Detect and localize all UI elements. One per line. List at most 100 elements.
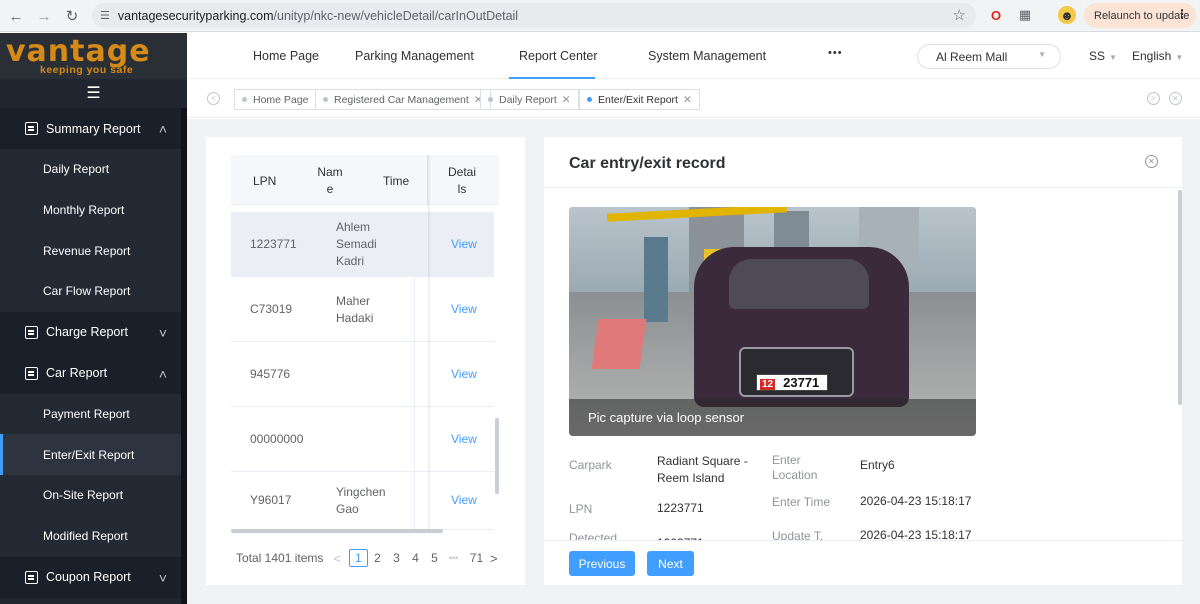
- divider: [544, 540, 1182, 541]
- view-link[interactable]: View: [451, 301, 477, 318]
- tabs-bar: < Home Page Registered Car Management ✕ D…: [187, 80, 1200, 118]
- bookmark-star-icon[interactable]: ☆: [953, 6, 966, 24]
- previous-button[interactable]: Previous: [569, 551, 635, 576]
- sidebar-item-label: Coupon Report: [46, 570, 131, 584]
- relaunch-button[interactable]: Relaunch to update ⋮: [1084, 3, 1196, 28]
- close-icon[interactable]: ✕: [562, 94, 571, 106]
- page-2[interactable]: 2: [368, 551, 387, 565]
- tab-daily-report[interactable]: Daily Report ✕: [480, 89, 579, 110]
- menu-toggle-icon[interactable]: ☰: [0, 79, 187, 107]
- page-4[interactable]: 4: [406, 551, 425, 565]
- page-71[interactable]: 71: [467, 551, 486, 565]
- forward-arrow-icon[interactable]: →: [30, 2, 58, 30]
- close-icon[interactable]: ✕: [683, 94, 692, 106]
- sidebar-item-label: Car Report: [46, 366, 108, 381]
- cell-lpn: C73019: [250, 302, 293, 316]
- address-bar[interactable]: ☰ vantagesecurityparking.com/unityp/nkc-…: [92, 3, 976, 28]
- sidebar-item-daily-report[interactable]: Daily Report: [0, 149, 181, 190]
- browser-toolbar: ← → ↻ ☰ vantagesecurityparking.com/unity…: [0, 0, 1200, 32]
- column-header-time[interactable]: Time: [383, 173, 409, 190]
- sidebar-item-revenue-report[interactable]: Revenue Report: [0, 230, 181, 272]
- sidebar-item-label: Daily Report: [43, 162, 110, 177]
- mall-select[interactable]: Al Reem Mall ▼: [917, 44, 1061, 69]
- carpark-label: Carpark: [569, 458, 612, 472]
- table-vertical-scrollbar[interactable]: [495, 418, 499, 494]
- enter-time-value: 2026-04-23 15:18:17: [860, 494, 972, 508]
- user-label: SS: [1089, 49, 1106, 63]
- view-link[interactable]: View: [451, 236, 477, 253]
- column-header-details[interactable]: Detai ls: [447, 164, 477, 198]
- sidebar-item-label: On-Site Report: [43, 488, 124, 503]
- tabs-scroll-left-icon[interactable]: <: [207, 92, 220, 105]
- report-icon: [25, 122, 38, 135]
- lpn-label: LPN: [569, 502, 593, 516]
- next-button[interactable]: Next: [647, 551, 694, 576]
- sidebar-item-label: Charge Report: [46, 325, 128, 340]
- cell-lpn: Y96017: [250, 493, 292, 507]
- view-link[interactable]: View: [451, 431, 477, 448]
- table-row[interactable]: 00000000 View: [231, 407, 494, 472]
- column-divider: [414, 407, 415, 471]
- nav-parking-management[interactable]: Parking Management: [355, 49, 474, 63]
- back-arrow-icon[interactable]: ←: [2, 2, 30, 30]
- detail-scrollbar[interactable]: [1178, 190, 1182, 405]
- pagination-prev-icon[interactable]: <: [333, 551, 341, 566]
- page-ellipsis[interactable]: •••: [444, 553, 463, 563]
- chevron-down-icon: ▼: [1038, 50, 1046, 59]
- table-header: LPN Nam e Time Detai ls: [231, 155, 499, 205]
- reload-icon[interactable]: ↻: [58, 2, 86, 30]
- tab-registered-car-management[interactable]: Registered Car Management ✕: [315, 89, 491, 110]
- site-info-icon[interactable]: ☰: [100, 9, 110, 22]
- sidebar-item-label: Enter/Exit Report: [43, 447, 135, 462]
- view-link[interactable]: View: [451, 492, 477, 509]
- browser-menu-icon[interactable]: ⋮: [1176, 7, 1188, 21]
- table-row[interactable]: Y96017 Yingchen Gao View: [231, 472, 494, 530]
- sidebar-group-summary-report[interactable]: Summary Report ˄: [0, 108, 181, 149]
- extensions-puzzle-icon[interactable]: ▦: [1016, 6, 1034, 24]
- sidebar-item-on-site-report[interactable]: On-Site Report: [0, 475, 181, 516]
- url-text: vantagesecurityparking.com/unityp/nkc-ne…: [117, 8, 519, 23]
- sidebar-item-monthly-report[interactable]: Monthly Report: [0, 189, 181, 231]
- sidebar-menu: Summary Report ˄ Daily Report Monthly Repor…: [0, 108, 181, 598]
- page-3[interactable]: 3: [387, 551, 406, 565]
- table-row[interactable]: 945776 View: [231, 342, 494, 407]
- tab-enter-exit-report[interactable]: Enter/Exit Report ✕: [579, 89, 700, 110]
- sidebar-group-charge-report[interactable]: Charge Report ˅: [0, 311, 181, 353]
- sidebar-group-coupon-report[interactable]: Coupon Report ˅: [0, 556, 181, 598]
- cell-name: Maher Hadaki: [336, 294, 374, 325]
- close-icon[interactable]: ✕: [1145, 155, 1158, 168]
- table-horizontal-scrollbar[interactable]: [231, 529, 443, 533]
- column-header-name[interactable]: Nam e: [317, 164, 343, 198]
- report-icon: [25, 570, 38, 584]
- view-link[interactable]: View: [451, 366, 477, 383]
- fixed-column-shadow: [428, 155, 431, 531]
- language-select[interactable]: English ▼: [1132, 49, 1183, 63]
- profile-avatar-icon[interactable]: ☻: [1058, 6, 1076, 24]
- page-1[interactable]: 1: [348, 549, 368, 567]
- lpn-value: 1223771: [657, 501, 704, 515]
- sidebar-item-car-flow-report[interactable]: Car Flow Report: [0, 271, 181, 312]
- table-row[interactable]: 1223771 Ahlem Semadi Kadri View: [231, 212, 494, 277]
- column-header-lpn[interactable]: LPN: [253, 173, 276, 190]
- sidebar-item-enter-exit-report[interactable]: Enter/Exit Report: [0, 434, 181, 476]
- more-icon[interactable]: •••: [828, 47, 843, 59]
- sidebar-item-label: Revenue Report: [43, 243, 131, 258]
- user-menu[interactable]: SS ▼: [1089, 49, 1117, 63]
- page-5[interactable]: 5: [425, 551, 444, 565]
- chevron-down-icon: ▼: [1109, 53, 1117, 62]
- nav-report-center[interactable]: Report Center: [519, 49, 598, 63]
- cell-lpn: 00000000: [250, 432, 304, 446]
- report-icon: [25, 366, 38, 380]
- nav-home-page[interactable]: Home Page: [253, 49, 319, 63]
- pagination-next-icon[interactable]: >: [490, 551, 498, 566]
- tab-home-page[interactable]: Home Page: [234, 89, 317, 110]
- close-all-tabs-icon[interactable]: ✕: [1169, 92, 1182, 105]
- nav-system-management[interactable]: System Management: [648, 49, 766, 63]
- sidebar-item-label: Summary Report: [46, 121, 141, 136]
- table-row[interactable]: C73019 Maher Hadaki View: [231, 277, 494, 342]
- tabs-scroll-right-icon[interactable]: >: [1147, 92, 1160, 105]
- opera-extension-icon[interactable]: O: [987, 6, 1005, 24]
- sidebar-item-modified-report[interactable]: Modified Report: [0, 515, 181, 557]
- sidebar-group-car-report[interactable]: Car Report ˄: [0, 352, 181, 394]
- sidebar-item-payment-report[interactable]: Payment Report: [0, 393, 181, 435]
